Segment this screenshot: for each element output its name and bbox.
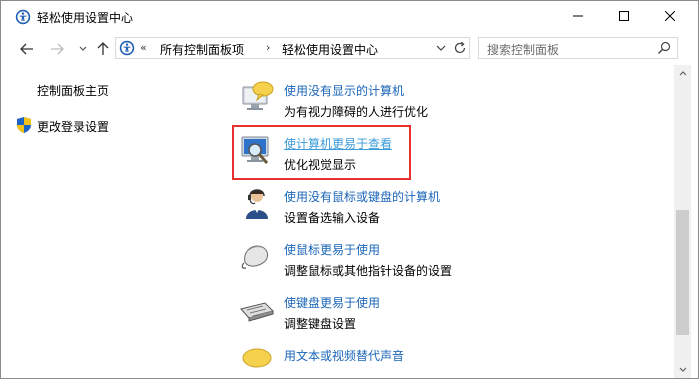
chevron-down-icon xyxy=(679,367,686,372)
scroll-thumb[interactable] xyxy=(676,210,689,335)
close-icon xyxy=(665,11,675,21)
forward-button[interactable] xyxy=(47,39,67,59)
speech-bubble-icon xyxy=(242,348,272,368)
recent-locations-button[interactable] xyxy=(73,39,93,59)
breadcrumb-ease-of-access-center[interactable]: 轻松使用设置中心 xyxy=(282,41,378,58)
item-description[interactable]: 调整鼠标或其他指针设备的设置 xyxy=(284,262,452,279)
breadcrumb-separator[interactable]: › xyxy=(266,41,270,54)
item-description[interactable]: 设置备选输入设备 xyxy=(284,209,380,226)
item-description[interactable]: 优化视觉显示 xyxy=(284,156,356,173)
chevron-up-icon xyxy=(679,71,686,76)
chevron-down-icon[interactable] xyxy=(434,41,448,55)
search-icon[interactable] xyxy=(657,41,671,55)
item-title[interactable]: 使键盘更易于使用 xyxy=(284,294,380,311)
task-list: 使用没有显示的计算机 为有视力障碍的人进行优化 使计算机更易于查看 优化视觉显示 xyxy=(221,65,674,378)
up-button[interactable] xyxy=(93,39,113,59)
navigation-bar: « 所有控制面板项 › 轻松使用设置中心 搜索控制面板 xyxy=(1,31,698,65)
uac-shield-icon xyxy=(17,117,31,133)
item-description[interactable]: 调整键盘设置 xyxy=(284,315,356,332)
item-title[interactable]: 使鼠标更易于使用 xyxy=(284,241,380,258)
arrow-left-icon xyxy=(20,43,33,55)
arrow-right-icon xyxy=(51,43,64,55)
control-panel-home-link[interactable]: 控制面板主页 xyxy=(37,82,109,99)
monitor-speech-icon xyxy=(242,81,274,110)
scroll-down-button[interactable] xyxy=(674,361,691,378)
search-box[interactable]: 搜索控制面板 xyxy=(478,37,678,59)
keyboard-icon xyxy=(240,302,274,322)
list-item[interactable]: 使用没有显示的计算机 为有视力障碍的人进行优化 xyxy=(221,73,661,125)
ease-of-access-icon xyxy=(15,9,31,25)
ease-of-access-icon xyxy=(119,40,135,56)
minimize-icon xyxy=(573,15,583,17)
left-task-pane: 控制面板主页 更改登录设置 xyxy=(1,65,221,378)
list-item[interactable]: 用文本或视频替代声音 xyxy=(221,338,661,378)
vertical-scrollbar[interactable] xyxy=(674,65,691,378)
item-description[interactable]: 为有视力障碍的人进行优化 xyxy=(284,103,428,120)
list-item[interactable]: 使用没有鼠标或键盘的计算机 设置备选输入设备 xyxy=(221,179,661,231)
refresh-icon[interactable] xyxy=(452,40,468,56)
maximize-icon xyxy=(619,11,629,21)
chevron-down-icon xyxy=(79,46,87,51)
list-item[interactable]: 使键盘更易于使用 调整键盘设置 xyxy=(221,285,661,337)
item-title[interactable]: 用文本或视频替代声音 xyxy=(284,347,404,364)
item-title[interactable]: 使计算机更易于查看 xyxy=(284,135,392,152)
close-button[interactable] xyxy=(647,1,693,31)
control-panel-window: 轻松使用设置中心 « 所有控制面板项 › 轻松使用设置中心 搜索控制面板 控制面… xyxy=(0,0,699,379)
window-title: 轻松使用设置中心 xyxy=(37,11,134,25)
address-bar[interactable]: « 所有控制面板项 › 轻松使用设置中心 xyxy=(115,37,470,59)
minimize-button[interactable] xyxy=(555,1,601,31)
maximize-button[interactable] xyxy=(601,1,647,31)
mouse-icon xyxy=(241,245,268,269)
item-title[interactable]: 使用没有显示的计算机 xyxy=(284,82,404,99)
arrow-up-icon xyxy=(97,42,109,55)
person-headset-icon xyxy=(246,189,268,219)
item-title[interactable]: 使用没有鼠标或键盘的计算机 xyxy=(284,188,440,205)
list-item[interactable]: 使计算机更易于查看 优化视觉显示 xyxy=(221,126,661,178)
breadcrumb-all-control-panel-items[interactable]: 所有控制面板项 xyxy=(160,41,244,58)
back-button[interactable] xyxy=(17,39,37,59)
breadcrumb-overflow[interactable]: « xyxy=(140,41,147,54)
change-login-settings-link[interactable]: 更改登录设置 xyxy=(37,118,109,135)
scroll-up-button[interactable] xyxy=(674,65,691,82)
title-bar[interactable]: 轻松使用设置中心 xyxy=(1,1,698,31)
monitor-magnifier-icon xyxy=(241,136,269,164)
search-placeholder: 搜索控制面板 xyxy=(487,43,560,57)
list-item[interactable]: 使鼠标更易于使用 调整鼠标或其他指针设备的设置 xyxy=(221,232,661,284)
